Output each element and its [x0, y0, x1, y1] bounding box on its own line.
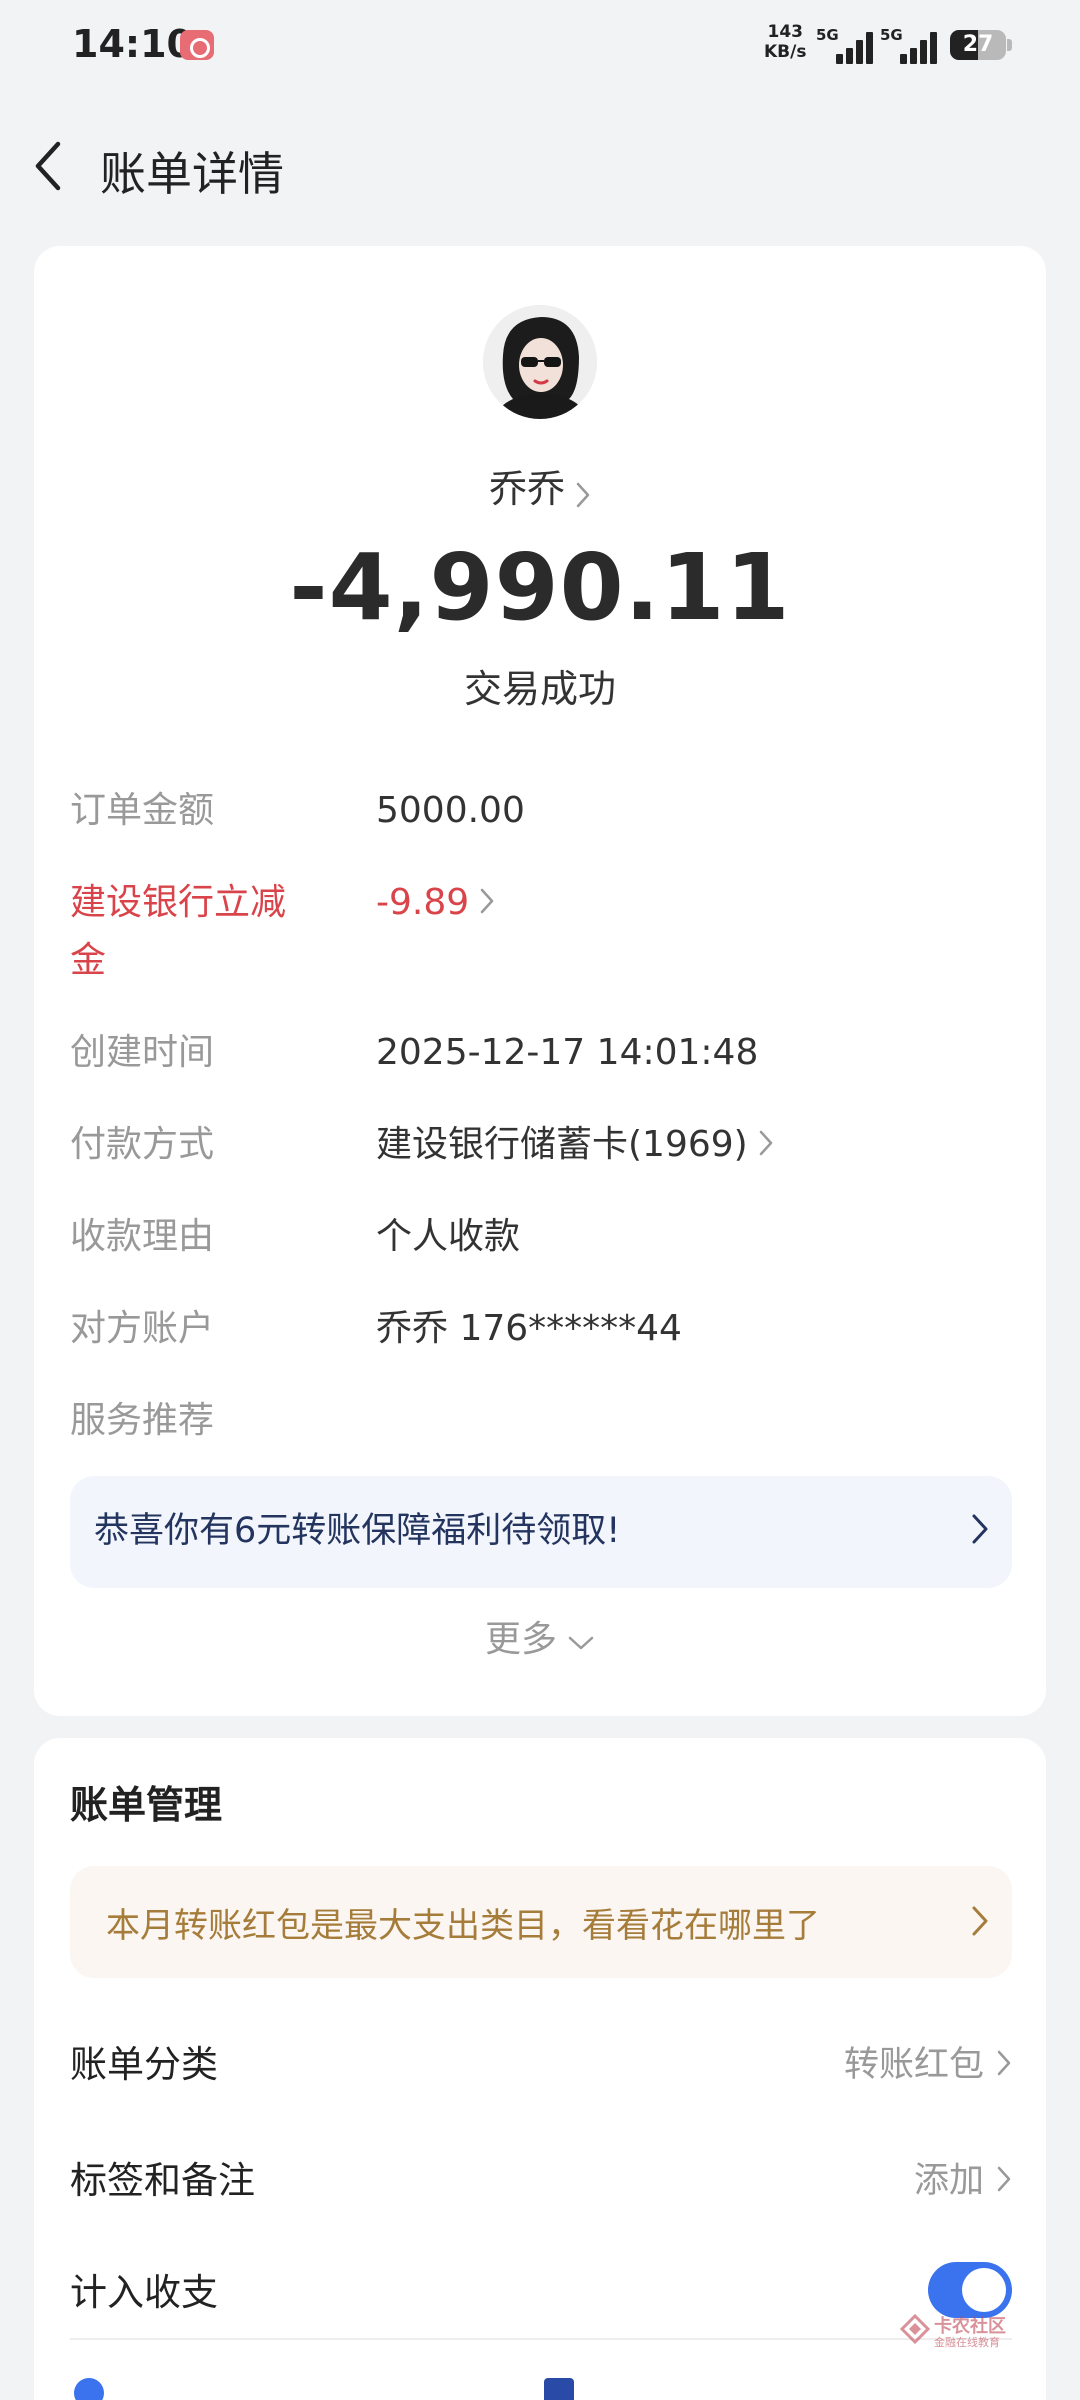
transaction-status: 交易成功 [463, 667, 616, 711]
include-in-budget-row: 计入收支 [70, 2258, 1012, 2328]
signal-2-label: 5G [880, 26, 903, 44]
transaction-amount: -4,990.11 [289, 534, 791, 641]
detail-row-order-amount: 订单金额 5000.00 [70, 782, 1010, 840]
bill-category-label: 账单分类 [70, 2043, 218, 2086]
chevron-right-icon [972, 1514, 988, 1544]
toggle-knob [962, 2268, 1006, 2312]
detail-label: 订单金额 [70, 790, 215, 831]
more-label: 更多 [484, 1619, 557, 1660]
promo-text: 恭喜你有6元转账保障福利待领取! [94, 1511, 621, 1551]
payee-avatar[interactable] [483, 305, 597, 419]
include-in-budget-label: 计入收支 [70, 2271, 218, 2314]
detail-row-reason: 收款理由 个人收款 [70, 1208, 1010, 1266]
notification-app-icon [180, 30, 214, 60]
back-chevron-icon[interactable] [28, 140, 72, 192]
detail-label: 创建时间 [70, 1032, 215, 1073]
detail-row-discount[interactable]: 建设银行立减金 -9.89 [70, 874, 1010, 990]
detail-row-created-time: 创建时间 2025-12-17 14:01:48 [70, 1024, 1010, 1082]
section-title: 账单管理 [70, 1783, 223, 1827]
detail-label: 服务推荐 [70, 1400, 215, 1441]
detail-value: 建设银行储蓄卡(1969) [376, 1116, 774, 1174]
bill-category-row[interactable]: 账单分类 转账红包 [70, 2030, 1012, 2100]
partial-icon-left [74, 2378, 104, 2400]
watermark-subtitle: 金融在线教育 [934, 2336, 1000, 2349]
chevron-right-icon [997, 2166, 1011, 2192]
tags-notes-label: 标签和备注 [70, 2159, 255, 2202]
detail-value-discount: -9.89 [376, 874, 495, 932]
bill-management-card: 账单管理 本月转账红包是最大支出类目，看看花在哪里了 账单分类 转账红包 标签和… [34, 1738, 1046, 2400]
status-bar: 14:10 143 KB/s 5G 5G 27 [0, 0, 1080, 90]
detail-row-counterparty: 对方账户 乔乔 176******44 [70, 1300, 1010, 1358]
chevron-right-icon [972, 1906, 988, 1936]
promo-banner[interactable]: 恭喜你有6元转账保障福利待领取! [70, 1476, 1012, 1588]
signal-5g-icon-2: 5G [880, 26, 940, 64]
tags-notes-row[interactable]: 标签和备注 添加 [70, 2146, 1012, 2216]
status-time: 14:10 [72, 22, 193, 66]
detail-label: 对方账户 [70, 1308, 215, 1349]
watermark: 卡农社区 金融在线教育 [900, 2312, 1020, 2352]
chevron-right-icon [480, 888, 494, 914]
detail-label: 付款方式 [70, 1124, 215, 1165]
partial-icon-right [544, 2378, 574, 2400]
transaction-card: 乔乔 -4,990.11 交易成功 订单金额 5000.00 建设银行立减金 -… [34, 246, 1046, 1716]
spending-tip-banner[interactable]: 本月转账红包是最大支出类目，看看花在哪里了 [70, 1866, 1012, 1978]
detail-label: 收款理由 [70, 1216, 215, 1257]
detail-label-discount: 建设银行立减金 [70, 882, 287, 981]
divider [70, 2338, 1012, 2340]
more-button[interactable]: 更多 [34, 1610, 1046, 1662]
detail-row-payment-method[interactable]: 付款方式 建设银行储蓄卡(1969) [70, 1116, 1010, 1174]
payment-method-value: 建设银行储蓄卡(1969) [376, 1124, 748, 1165]
network-speed-unit: KB/s [764, 42, 807, 62]
battery-icon: 27 [950, 30, 1006, 60]
discount-amount: -9.89 [376, 882, 470, 923]
detail-value: 5000.00 [376, 790, 525, 831]
network-speed-value: 143 [767, 22, 803, 42]
network-speed: 143 KB/s [764, 22, 806, 62]
page-title: 账单详情 [100, 147, 284, 201]
tags-notes-value: 添加 [914, 2146, 1012, 2216]
chevron-right-icon [759, 1130, 772, 1156]
detail-value: 乔乔 176******44 [376, 1308, 682, 1349]
payee-name: 乔乔 [488, 467, 565, 511]
signal-5g-icon-1: 5G [816, 26, 876, 64]
add-text: 添加 [913, 2161, 984, 2201]
include-in-budget-toggle[interactable] [928, 2262, 1012, 2318]
signal-1-label: 5G [816, 26, 839, 44]
chevron-down-icon [568, 1636, 594, 1650]
detail-row-service: 服务推荐 [70, 1392, 1010, 1450]
detail-value: 2025-12-17 14:01:48 [376, 1032, 759, 1073]
bill-category-value: 转账红包 [844, 2030, 1012, 2100]
chevron-right-icon [576, 482, 590, 507]
battery-level: 27 [962, 32, 994, 57]
watermark-logo-icon [900, 2314, 930, 2344]
bill-category-text: 转账红包 [843, 2045, 984, 2085]
detail-value: 个人收款 [376, 1216, 521, 1257]
payee-link[interactable]: 乔乔 [34, 458, 1046, 513]
spending-tip-text: 本月转账红包是最大支出类目，看看花在哪里了 [106, 1906, 820, 1946]
chevron-right-icon [997, 2050, 1011, 2076]
